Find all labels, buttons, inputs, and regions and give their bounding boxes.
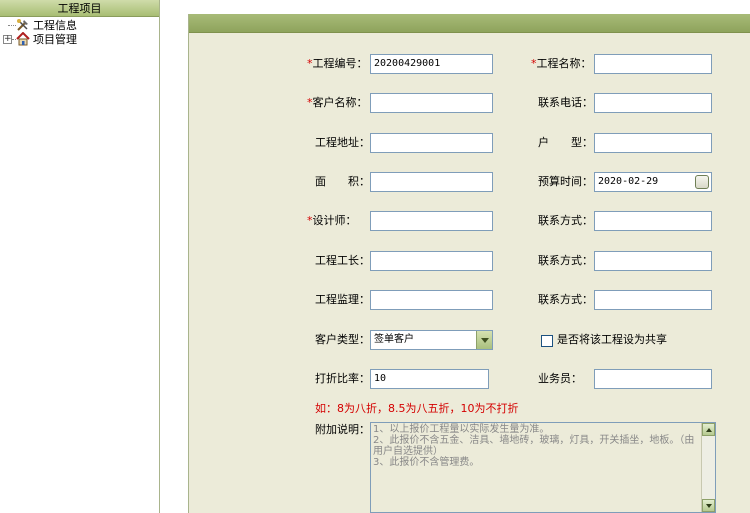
supervisor-input[interactable] [370, 290, 493, 310]
tree-item-project-info[interactable]: 工程信息 [16, 18, 77, 32]
separator-gap [161, 0, 188, 513]
salesperson-label: 业务员： [538, 372, 582, 385]
client-type-select[interactable]: 签单客户 [370, 330, 493, 350]
tools-icon [16, 18, 30, 32]
notes-scrollbar[interactable] [701, 423, 715, 512]
supervisor-contact-input[interactable] [594, 290, 712, 310]
tree-item-label: 项目管理 [33, 33, 77, 46]
project-name-label: *工程名称： [531, 57, 592, 70]
discount-label: 打折比率： [315, 372, 370, 385]
project-tree-panel: 工程项目 工程信息 + 项目管理 [0, 0, 160, 513]
scroll-up-icon[interactable] [702, 423, 715, 436]
supervisor-contact-label: 联系方式： [538, 293, 593, 306]
client-name-label: *客户名称： [307, 96, 368, 109]
notes-label: 附加说明： [315, 423, 370, 436]
discount-hint: 如：8为八折，8.5为八五折，10为不打折 [315, 402, 519, 415]
chevron-down-icon[interactable] [476, 331, 492, 349]
form-title-bar [189, 14, 750, 33]
notes-textarea[interactable]: 1、以上报价工程量以实际发生量为准。 2、此报价不含五金、洁具、墙地砖，玻璃，灯… [370, 422, 716, 513]
project-name-input[interactable] [594, 54, 712, 74]
supervisor-label: 工程监理： [315, 293, 370, 306]
tree-item-project-management[interactable]: 项目管理 [16, 31, 77, 46]
budget-time-value: 2020-02-29 [598, 176, 659, 187]
house-type-label: 户 型： [538, 136, 593, 149]
client-name-input[interactable] [370, 93, 493, 113]
share-checkbox-label: 是否将该工程设为共享 [557, 333, 667, 346]
foreman-label: 工程工长： [315, 254, 370, 267]
notes-text: 1、以上报价工程量以实际发生量为准。 2、此报价不含五金、洁具、墙地砖，玻璃，灯… [373, 424, 695, 468]
budget-time-label: 预算时间： [538, 175, 593, 188]
project-no-label: *工程编号： [307, 57, 368, 70]
address-input[interactable] [370, 133, 493, 153]
discount-input[interactable]: 10 [370, 369, 489, 389]
scroll-down-icon[interactable] [702, 499, 715, 512]
share-checkbox[interactable] [541, 335, 553, 347]
designer-contact-input[interactable] [594, 211, 712, 231]
foreman-input[interactable] [370, 251, 493, 271]
area-input[interactable] [370, 172, 493, 192]
client-type-label: 客户类型： [315, 333, 370, 346]
calendar-picker-icon[interactable] [695, 175, 709, 189]
contact-phone-label: 联系电话： [538, 96, 593, 109]
project-form-panel: *工程编号： 20200429001 *工程名称： *客户名称： 联系电话： 工… [188, 14, 750, 513]
salesperson-input[interactable] [594, 369, 712, 389]
expand-toggle[interactable]: + [3, 35, 12, 44]
designer-label: *设计师： [307, 214, 357, 227]
project-no-input[interactable]: 20200429001 [370, 54, 493, 74]
house-type-input[interactable] [594, 133, 712, 153]
contact-phone-input[interactable] [594, 93, 712, 113]
tree-connector [8, 25, 16, 26]
foreman-contact-label: 联系方式： [538, 254, 593, 267]
home-icon [16, 31, 30, 46]
area-label: 面 积： [315, 175, 370, 188]
address-label: 工程地址： [315, 136, 370, 149]
designer-input[interactable] [370, 211, 493, 231]
foreman-contact-input[interactable] [594, 251, 712, 271]
tree-header: 工程项目 [0, 0, 159, 17]
client-type-value: 签单客户 [374, 334, 414, 345]
designer-contact-label: 联系方式： [538, 214, 593, 227]
budget-time-input[interactable]: 2020-02-29 [594, 172, 712, 192]
